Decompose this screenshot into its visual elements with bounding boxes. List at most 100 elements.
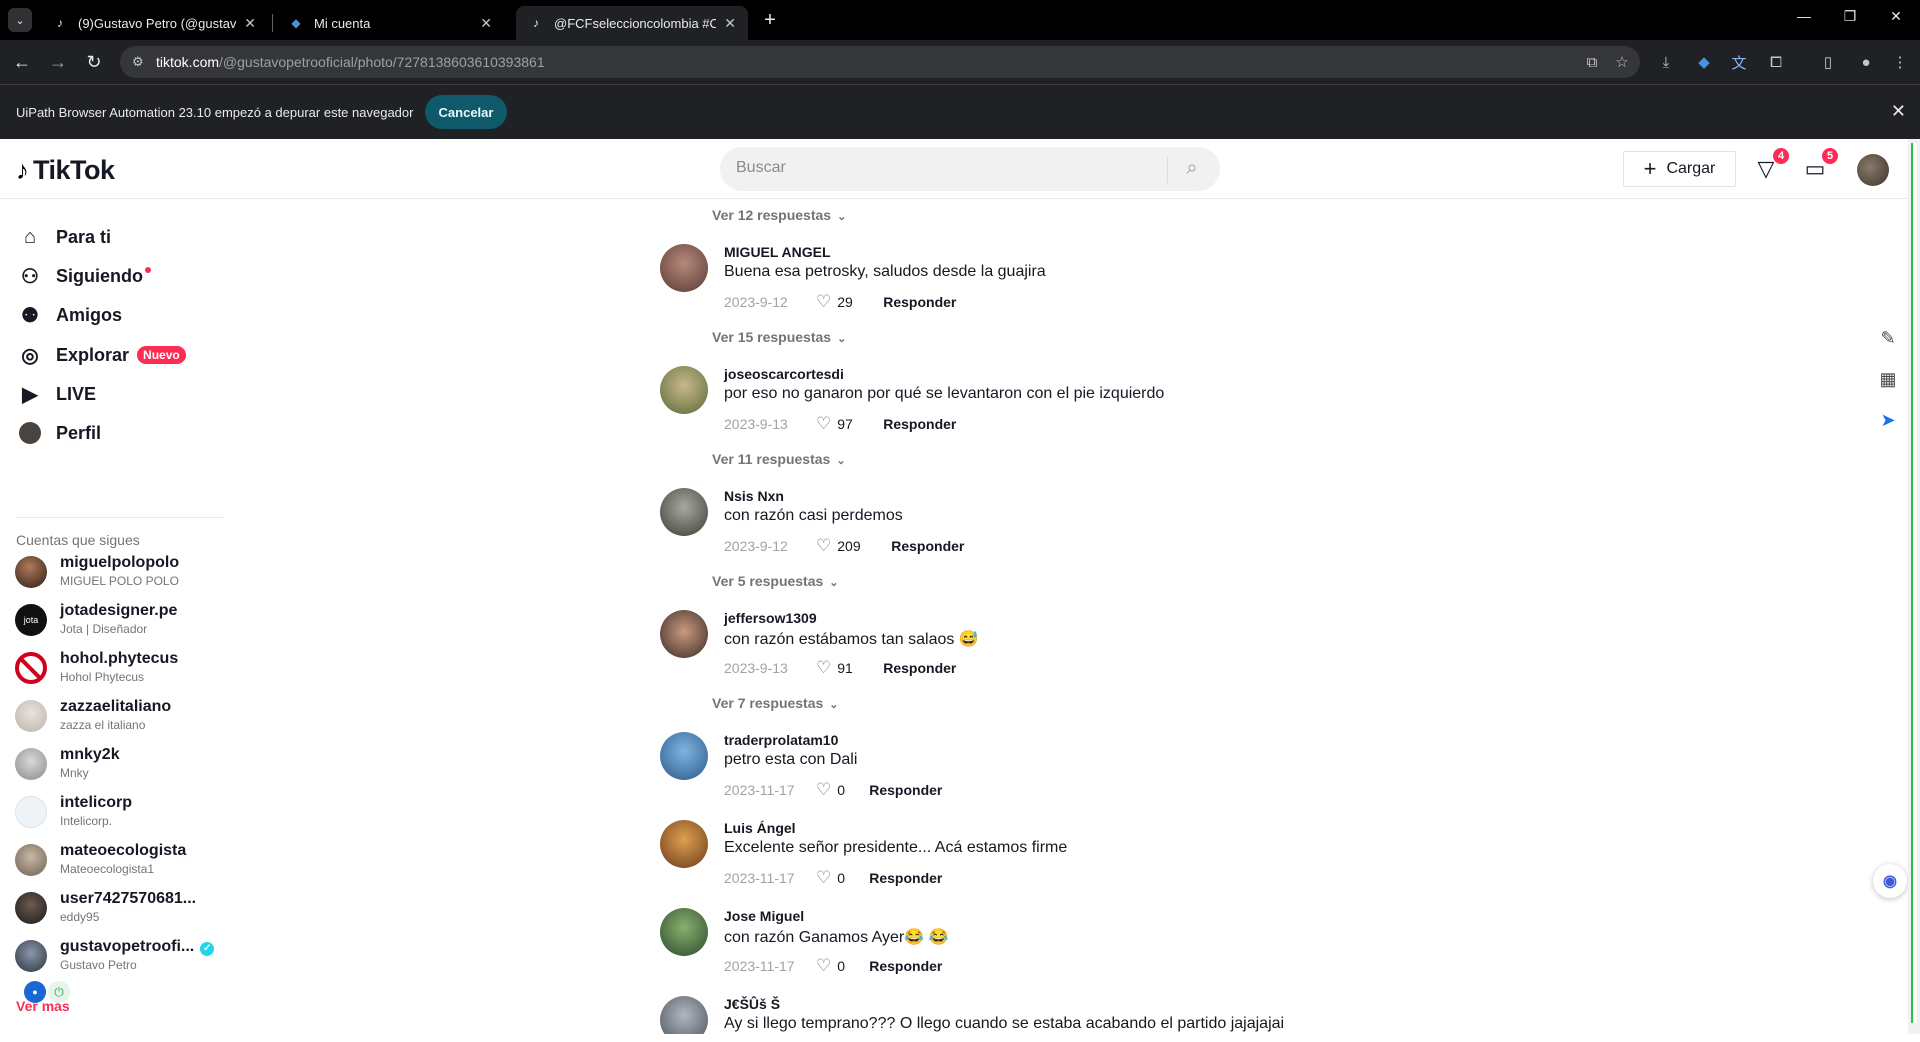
address-bar[interactable]: ⚙ tiktok.com/@gustavopetrooficial/photo/… — [120, 46, 1640, 78]
view-replies-link[interactable]: Ver 15 respuestas ⌄ — [712, 329, 846, 345]
nav-live[interactable]: ▶ LIVE — [16, 379, 96, 409]
account-intelicorp[interactable]: intelicorp Intelicorp. — [15, 792, 235, 832]
search-input[interactable] — [736, 159, 1156, 177]
reply-button[interactable]: Responder — [869, 870, 942, 886]
open-in-app-icon[interactable]: ⧉ — [1582, 52, 1602, 72]
account-mnky2k[interactable]: mnky2k Mnky — [15, 744, 235, 784]
nav-profile[interactable]: Perfil — [16, 418, 101, 448]
reply-button[interactable]: Responder — [883, 416, 956, 432]
comment-username[interactable]: jeffersow1309 — [724, 610, 817, 626]
menu-kebab-icon[interactable]: ⋮ — [1890, 52, 1910, 72]
scrollbar-thumb[interactable] — [1911, 143, 1917, 1023]
account-username: miguelpolopolo — [60, 554, 180, 571]
avatar[interactable] — [660, 732, 708, 780]
nav-friends[interactable]: ⚉ Amigos — [16, 300, 122, 330]
close-tab-icon[interactable]: ✕ — [724, 15, 736, 32]
tiktok-logo[interactable]: ♪ TikTok — [16, 155, 115, 186]
reply-button[interactable]: Responder — [869, 958, 942, 974]
view-replies-link[interactable]: Ver 7 respuestas ⌄ — [712, 695, 839, 711]
nav-for-you[interactable]: ⌂ Para ti — [16, 222, 111, 252]
close-infobar-icon[interactable]: ✕ — [1891, 101, 1906, 122]
close-window-icon[interactable]: ✕ — [1884, 8, 1908, 25]
translate-extension-icon[interactable]: 文 — [1729, 52, 1749, 72]
tab-search-button[interactable]: ⌄ — [8, 8, 32, 32]
heart-icon[interactable]: ♡ — [816, 868, 831, 888]
reply-button[interactable]: Responder — [869, 782, 942, 798]
extensions-puzzle-icon[interactable]: ⧠ — [1766, 52, 1786, 72]
comment-text: con razón casi perdemos — [724, 507, 903, 524]
account-mateoecologista[interactable]: mateoecologista Mateoecologista1 — [15, 840, 235, 880]
gem-extension-icon[interactable]: ◆ — [1694, 52, 1714, 72]
heart-icon[interactable]: ♡ — [816, 292, 831, 312]
comment-username[interactable]: MIGUEL ANGEL — [724, 244, 831, 260]
bookmark-star-icon[interactable]: ☆ — [1612, 52, 1632, 72]
account-hohol-phytecus[interactable]: hohol.phytecus Hohol Phytecus — [15, 648, 235, 688]
cancel-debugging-button[interactable]: Cancelar — [425, 95, 507, 129]
avatar[interactable] — [660, 488, 708, 536]
heart-icon[interactable]: ♡ — [816, 658, 831, 678]
search-icon[interactable]: ⌕ — [1176, 157, 1208, 181]
avatar[interactable] — [660, 820, 708, 868]
calendar-icon[interactable]: ▦ — [1868, 359, 1908, 399]
comment-username[interactable]: Nsis Nxn — [724, 488, 784, 504]
account-jotadesigner[interactable]: jota jotadesigner.pe Jota | Diseñador — [15, 600, 235, 640]
tab-fcf-seleccion[interactable]: ♪ @FCFseleccioncolombia #Colo ✕ — [516, 6, 748, 40]
reload-icon[interactable]: ↻ — [82, 50, 106, 74]
power-icon[interactable]: ⏻ — [48, 981, 70, 1003]
account-miguelpolopolo[interactable]: miguelpolopolo MIGUEL POLO POLO — [15, 552, 235, 592]
messages-icon[interactable]: ▭ 5 — [1801, 147, 1839, 183]
comment-username[interactable]: joseoscarcortesdi — [724, 366, 844, 382]
view-replies-link[interactable]: Ver 11 respuestas ⌄ — [712, 451, 846, 467]
comment-username[interactable]: traderprolatam10 — [724, 732, 838, 748]
account-gustavopetrooficial[interactable]: gustavopetroofi... ✓ Gustavo Petro — [15, 936, 235, 976]
avatar[interactable] — [660, 908, 708, 956]
widget-avatar-icon[interactable]: ● — [24, 981, 46, 1003]
view-replies-link[interactable]: Ver 5 respuestas ⌄ — [712, 573, 839, 589]
rocket-icon[interactable]: ➤ — [1868, 400, 1908, 440]
close-tab-icon[interactable]: ✕ — [244, 15, 256, 32]
heart-icon[interactable]: ♡ — [816, 956, 831, 976]
new-tab-button[interactable]: + — [758, 8, 782, 32]
avatar[interactable] — [660, 366, 708, 414]
minimize-icon[interactable]: — — [1792, 8, 1816, 24]
user-avatar[interactable] — [1857, 154, 1889, 186]
reply-button[interactable]: Responder — [883, 660, 956, 676]
reply-button[interactable]: Responder — [891, 538, 964, 554]
upload-button[interactable]: + Cargar — [1623, 151, 1736, 187]
assistant-icon[interactable]: ◉ — [1873, 864, 1907, 898]
avatar[interactable] — [660, 610, 708, 658]
nav-following[interactable]: ⚇ Siguiendo — [16, 261, 151, 291]
avatar[interactable] — [660, 996, 708, 1034]
account-zazzaelitaliano[interactable]: zazzaelitaliano zazza el italiano — [15, 696, 235, 736]
heart-icon[interactable]: ♡ — [816, 536, 831, 556]
profile-avatar — [16, 422, 44, 445]
profile-avatar-icon[interactable]: ● — [1856, 52, 1876, 72]
comment-username[interactable]: Luis Ángel — [724, 820, 796, 836]
avatar[interactable] — [660, 244, 708, 292]
side-panel-icon[interactable]: ▯ — [1818, 52, 1838, 72]
comment-username[interactable]: J€ŠÛš Š — [724, 996, 780, 1012]
site-info-icon[interactable]: ⚙ — [132, 54, 148, 70]
tab-mi-cuenta[interactable]: ◆ Mi cuenta ✕ — [276, 6, 504, 40]
account-favicon-icon: ◆ — [291, 16, 301, 30]
search-box: ⌕ — [720, 147, 1220, 191]
page-scrollbar[interactable] — [1908, 139, 1920, 1034]
forward-icon[interactable]: → — [46, 50, 70, 74]
heart-icon[interactable]: ♡ — [816, 414, 831, 434]
download-extension-icon[interactable]: ⤓ — [1656, 52, 1676, 72]
close-tab-icon[interactable]: ✕ — [480, 15, 492, 32]
back-icon[interactable]: ← — [10, 50, 34, 74]
view-replies-link[interactable]: Ver 12 respuestas ⌄ — [712, 207, 846, 223]
reply-button[interactable]: Responder — [883, 294, 956, 310]
restore-icon[interactable]: ❐ — [1838, 8, 1862, 25]
inbox-filter-icon[interactable]: ▽ 4 — [1752, 147, 1790, 183]
tab-gustavo-petro[interactable]: ♪ (9)Gustavo Petro (@gustavope ✕ — [40, 6, 268, 40]
url-text[interactable]: tiktok.com/@gustavopetrooficial/photo/72… — [156, 54, 545, 70]
nav-explore[interactable]: ◎ Explorar Nuevo — [16, 340, 186, 370]
account-user7427570681[interactable]: user7427570681... eddy95 — [15, 888, 235, 928]
edit-pen-icon[interactable]: ✎ — [1868, 318, 1908, 358]
heart-icon[interactable]: ♡ — [816, 780, 831, 800]
floating-widget[interactable]: ● ⏻ — [24, 981, 70, 1003]
comment-username[interactable]: Jose Miguel — [724, 908, 804, 924]
nav-label: LIVE — [56, 383, 97, 404]
